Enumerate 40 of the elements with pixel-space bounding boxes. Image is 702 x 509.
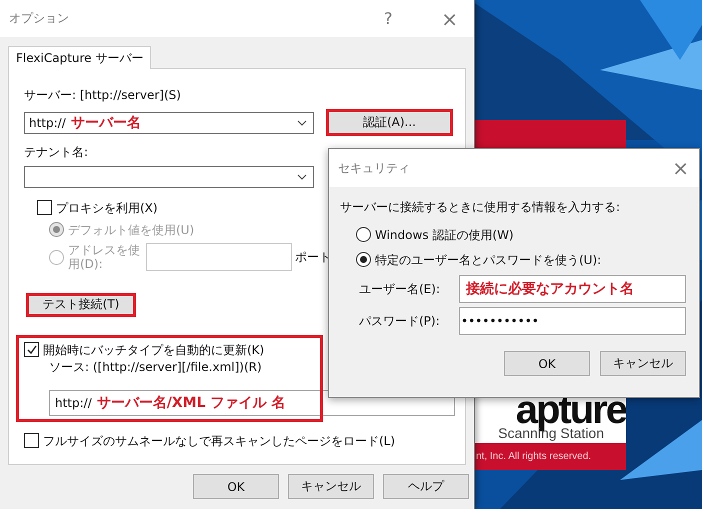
dialog-button[interactable]: キャンセル bbox=[288, 474, 374, 499]
chevron-down-icon[interactable] bbox=[297, 174, 307, 180]
window-title: オプション bbox=[9, 10, 69, 27]
tenant-combo[interactable] bbox=[24, 166, 314, 188]
address-field[interactable] bbox=[146, 243, 292, 272]
radio-label: デフォルト値を使用(U) bbox=[68, 222, 194, 237]
test-connection-button[interactable]: テスト接続(T) bbox=[26, 292, 136, 318]
dialog-button[interactable]: OK bbox=[504, 351, 590, 376]
username-field[interactable]: 接続に必要なアカウント名 bbox=[459, 275, 686, 303]
radio-button[interactable] bbox=[356, 252, 371, 267]
dialog-button[interactable]: ヘルプ bbox=[383, 474, 469, 499]
close-button[interactable]: × bbox=[441, 6, 458, 30]
checkbox[interactable] bbox=[24, 342, 39, 358]
checkbox[interactable] bbox=[24, 433, 39, 448]
server-combo[interactable]: http:// サーバー名 bbox=[24, 112, 314, 134]
radio-button[interactable] bbox=[356, 227, 371, 242]
auth-button[interactable]: 認証(A)... bbox=[326, 109, 453, 136]
copyright-text: nt, Inc. All rights reserved. bbox=[475, 451, 592, 462]
chevron-down-icon[interactable] bbox=[297, 120, 307, 126]
help-button[interactable]: ? bbox=[384, 9, 392, 28]
checkbox-label: 開始時にバッチタイプを自動的に更新(K) bbox=[43, 342, 264, 357]
dialog-button[interactable]: OK bbox=[193, 474, 279, 499]
port-label: ポート bbox=[295, 250, 331, 264]
radio-label: アドレスを使用(D): bbox=[68, 243, 140, 272]
server-label: サーバー: [http://server](S) bbox=[24, 87, 181, 103]
radio-label: 特定のユーザー名とパスワードを使う(U): bbox=[375, 252, 602, 266]
window-title: セキュリティ bbox=[338, 160, 410, 176]
prompt-text: サーバーに接続するときに使用する情報を入力する: bbox=[340, 199, 620, 215]
tab[interactable]: FlexiCapture サーバー bbox=[8, 46, 152, 69]
password-label: パスワード(P): bbox=[359, 312, 441, 330]
username-label: ユーザー名(E): bbox=[359, 280, 441, 298]
dialog-button[interactable]: キャンセル bbox=[600, 351, 686, 376]
checkbox[interactable] bbox=[37, 200, 52, 216]
checkbox-label: フルサイズのサムネールなしで再スキャンしたページをロード(L) bbox=[43, 434, 396, 448]
password-field[interactable]: ••••••••••• bbox=[459, 307, 686, 335]
tenant-label: テナント名: bbox=[24, 144, 88, 160]
close-button[interactable]: × bbox=[672, 156, 689, 180]
checkbox-label: プロキシを利用(X) bbox=[56, 200, 158, 215]
source-label: ソース: ([http://server][/file.xml])(R) bbox=[49, 359, 262, 376]
radio-label: Windows 認証の使用(W) bbox=[375, 228, 514, 242]
